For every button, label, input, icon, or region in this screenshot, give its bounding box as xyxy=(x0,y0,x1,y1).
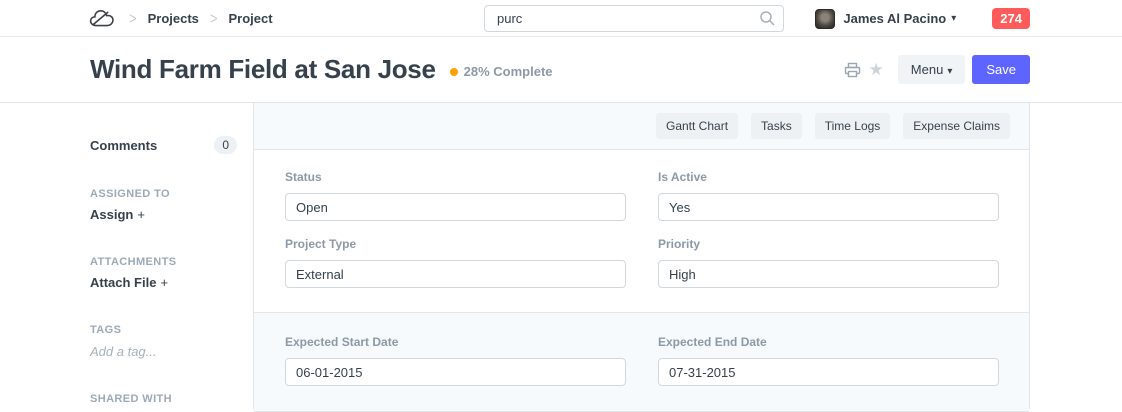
expected-start-date-field: Expected Start Date xyxy=(285,335,626,386)
gantt-chart-button[interactable]: Gantt Chart xyxy=(656,113,738,139)
search-icon xyxy=(759,10,776,30)
print-icon[interactable] xyxy=(844,62,861,78)
caret-down-icon: ▾ xyxy=(951,13,956,24)
page-title: Wind Farm Field at San Jose xyxy=(90,54,436,85)
expected-start-date-label: Expected Start Date xyxy=(285,335,626,349)
expected-end-date-label: Expected End Date xyxy=(658,335,999,349)
breadcrumb-chevron-icon: > xyxy=(210,9,218,28)
global-search xyxy=(484,5,784,32)
plus-icon: + xyxy=(160,275,168,290)
attach-file-button[interactable]: Attach File+ xyxy=(90,275,168,290)
attachments-heading: ATTACHMENTS xyxy=(90,256,176,268)
comments-link[interactable]: Comments 0 xyxy=(90,136,237,154)
caret-down-icon: ▾ xyxy=(947,66,952,77)
status-input[interactable] xyxy=(285,193,626,221)
breadcrumb-projects-link[interactable]: Projects xyxy=(148,11,199,26)
add-tag-input[interactable]: Add a tag... xyxy=(90,344,157,359)
progress-dot-icon xyxy=(450,68,458,76)
form-section-details: Status Is Active Project Type Priority xyxy=(254,150,1029,313)
breadcrumb-chevron-icon: > xyxy=(129,9,137,28)
status-label: Status xyxy=(285,170,626,184)
expense-claims-button[interactable]: Expense Claims xyxy=(903,113,1010,139)
shared-with-heading: SHARED WITH xyxy=(90,393,172,405)
menu-button[interactable]: Menu▾ xyxy=(898,55,966,84)
priority-input[interactable] xyxy=(658,260,999,288)
progress-indicator: 28% Complete xyxy=(450,64,553,79)
status-field: Status xyxy=(285,170,626,221)
assign-button[interactable]: Assign+ xyxy=(90,207,145,222)
user-menu[interactable]: James Al Pacino xyxy=(843,11,946,26)
search-input[interactable] xyxy=(484,5,784,32)
time-logs-button[interactable]: Time Logs xyxy=(815,113,891,139)
navbar-user-area: James Al Pacino ▾ 274 xyxy=(815,0,1030,37)
comments-count-badge: 0 xyxy=(214,136,237,154)
star-icon[interactable]: ★ xyxy=(869,61,884,78)
assigned-to-heading: ASSIGNED TO xyxy=(90,188,170,200)
form-section-dates: Expected Start Date Expected End Date xyxy=(254,313,1029,412)
save-button[interactable]: Save xyxy=(972,55,1030,84)
project-type-field: Project Type xyxy=(285,237,626,288)
app-logo-cloud-icon[interactable] xyxy=(88,7,118,30)
comments-label: Comments xyxy=(90,138,157,153)
is-active-input[interactable] xyxy=(658,193,999,221)
tasks-button[interactable]: Tasks xyxy=(751,113,802,139)
priority-label: Priority xyxy=(658,237,999,251)
breadcrumb-project-link[interactable]: Project xyxy=(229,11,273,26)
is-active-label: Is Active xyxy=(658,170,999,184)
expected-end-date-input[interactable] xyxy=(658,358,999,386)
form-view-buttons: Gantt Chart Tasks Time Logs Expense Clai… xyxy=(254,103,1029,150)
page-header: Wind Farm Field at San Jose 28% Complete… xyxy=(0,37,1122,103)
form-main: Gantt Chart Tasks Time Logs Expense Clai… xyxy=(253,103,1030,409)
top-navbar: > Projects > Project James Al Pacino ▾ 2… xyxy=(0,0,1122,37)
notification-count-badge[interactable]: 274 xyxy=(992,8,1030,29)
priority-field: Priority xyxy=(658,237,999,288)
tags-heading: TAGS xyxy=(90,324,121,336)
is-active-field: Is Active xyxy=(658,170,999,221)
plus-icon: + xyxy=(137,207,145,222)
breadcrumb: > Projects > Project xyxy=(88,7,273,30)
user-avatar[interactable] xyxy=(815,9,835,29)
expected-start-date-input[interactable] xyxy=(285,358,626,386)
project-type-label: Project Type xyxy=(285,237,626,251)
progress-text: 28% Complete xyxy=(464,64,553,79)
expected-end-date-field: Expected End Date xyxy=(658,335,999,386)
project-type-input[interactable] xyxy=(285,260,626,288)
